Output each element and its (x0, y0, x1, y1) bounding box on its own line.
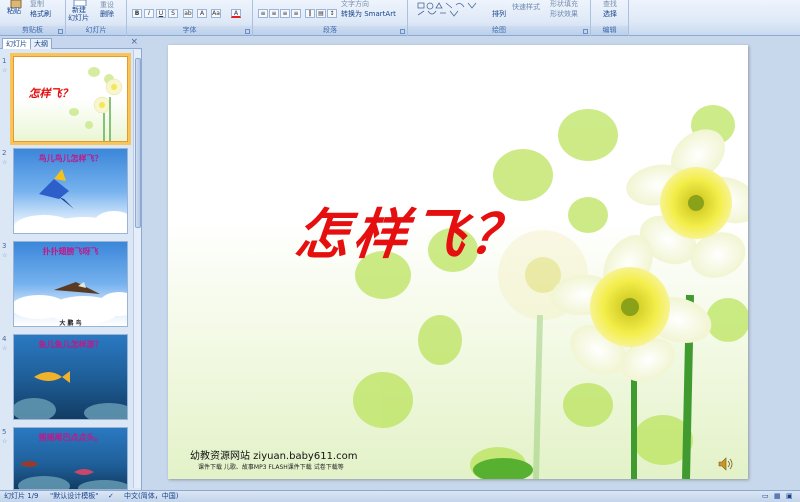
reset-button[interactable]: 重设 (100, 1, 114, 9)
drawing-group-label: 绘图 (408, 26, 590, 35)
slides-group-label: 幻灯片 (66, 26, 126, 35)
slide-thumbnail-5[interactable]: 摇摇尾巴点点头。 (13, 427, 128, 490)
slide-number: 1 (2, 57, 7, 65)
slide-number: 5 (2, 428, 7, 436)
align-center-icon[interactable]: ≡ (269, 9, 279, 18)
delete-button[interactable]: 删除 (100, 10, 114, 18)
slide-thumbnail-1[interactable]: 怎样飞？ (10, 53, 131, 145)
spacing-button[interactable]: A (197, 9, 207, 18)
quick-styles-button[interactable]: 快速样式 (512, 3, 540, 11)
shape-effects-button[interactable]: 形状效果 (550, 10, 578, 18)
clipboard-group: 粘贴 复制 格式刷 剪贴板 (0, 0, 66, 36)
spellcheck-icon[interactable]: ✓ (108, 492, 114, 501)
underline-button[interactable]: U (156, 9, 166, 18)
slide-sorter-icon[interactable]: ▦ (774, 492, 781, 501)
slides-pane: 幻灯片 大纲 × 1 ☆ 怎样飞？ 2 ☆ 鸟儿鸟儿怎样飞？ 3 ☆ 扑扑翅膀飞… (0, 37, 142, 490)
smartart-button[interactable]: 转换为 SmartArt (341, 10, 396, 18)
distribute-icon[interactable]: ▤ (316, 9, 326, 18)
new-slide-label[interactable]: 新建 (72, 6, 86, 14)
shadow-button[interactable]: S (168, 9, 178, 18)
arrange-button[interactable]: 排列 (492, 10, 506, 18)
website-footer: 幼教资源网站 ziyuan.baby611.com (190, 451, 358, 462)
theme-name: "默认设计模板" (50, 492, 99, 500)
tab-outline[interactable]: 大纲 (30, 38, 52, 49)
drawing-launcher-icon[interactable] (583, 29, 588, 34)
slide-number: 3 (2, 242, 7, 250)
paragraph-launcher-icon[interactable] (400, 29, 405, 34)
align-right-icon[interactable]: ≡ (280, 9, 290, 18)
animation-icon: ☆ (2, 345, 8, 352)
pane-tabs: 幻灯片 大纲 × (0, 37, 142, 49)
columns-icon[interactable]: ‖ (305, 9, 315, 18)
slide-title[interactable]: 怎样飞？ (292, 190, 532, 269)
editing-group-label: 编辑 (591, 26, 628, 35)
speaker-icon[interactable] (718, 457, 734, 471)
slide-thumbnail-caption: 大 鹏 鸟 (59, 320, 82, 327)
paragraph-group-label: 段落 (253, 26, 407, 35)
font-launcher-icon[interactable] (245, 29, 250, 34)
slide-number: 2 (2, 149, 7, 157)
slide-canvas[interactable]: 怎样飞？ 幼教资源网站 ziyuan.baby611.com 课件下载 儿歌、故… (168, 45, 748, 479)
website-footer-sub: 课件下载 儿歌、故事MP3 FLASH课件下载 试卷下载等 (198, 464, 344, 471)
format-painter-button[interactable]: 格式刷 (30, 10, 51, 18)
new-slide-label-2[interactable]: 幻灯片 (68, 14, 89, 22)
slideshow-icon[interactable]: ▣ (786, 492, 793, 501)
slide-thumbnail-title: 扑扑翅膀飞呀飞 (42, 246, 99, 256)
line-spacing-icon[interactable]: ↕ (327, 9, 337, 18)
shapes-gallery-icon[interactable] (416, 1, 484, 19)
slide-thumbnail-2[interactable]: 鸟儿鸟儿怎样飞？ (13, 148, 128, 234)
animation-icon: ☆ (2, 252, 8, 259)
font-group-label: 字体 (127, 26, 252, 35)
thumbnail-scrollbar[interactable] (133, 50, 141, 488)
font-color-button[interactable]: A (231, 9, 241, 18)
slide-position: 幻灯片 1/9 (4, 492, 39, 500)
animation-icon: ☆ (2, 67, 8, 74)
slide-thumbnail-title: 怎样飞？ (28, 87, 73, 100)
italic-button[interactable]: I (144, 9, 154, 18)
align-left-icon[interactable]: ≡ (258, 9, 268, 18)
font-group: B I U S ab A Aa A 字体 (127, 0, 253, 36)
shape-fill-button[interactable]: 形状填充 (550, 0, 578, 8)
slide-thumbnail-title: 摇摇尾巴点点头。 (38, 432, 103, 442)
bold-button[interactable]: B (132, 9, 142, 18)
slide-thumbnail-title: 鱼儿鱼儿怎样游？ (38, 339, 103, 349)
animation-icon: ☆ (2, 159, 8, 166)
animation-icon: ☆ (2, 438, 8, 445)
slide-thumbnail-title: 鸟儿鸟儿怎样飞？ (38, 153, 103, 163)
normal-view-icon[interactable]: ▭ (762, 492, 769, 501)
close-icon[interactable]: × (130, 37, 138, 48)
slide-editor: 怎样飞？ 幼教资源网站 ziyuan.baby611.com 课件下载 儿歌、故… (143, 37, 800, 490)
slide-thumbnail-3[interactable]: 扑扑翅膀飞呀飞 大 鹏 鸟 (13, 241, 128, 327)
clipboard-launcher-icon[interactable] (58, 29, 63, 34)
ribbon: 粘贴 复制 格式刷 剪贴板 新建 幻灯片 重设 删除 幻灯片 B I U S a… (0, 0, 800, 36)
clipboard-group-label: 剪贴板 (0, 26, 65, 35)
select-button[interactable]: 选择 (603, 10, 617, 18)
slide-thumbnail-4[interactable]: 鱼儿鱼儿怎样游？ (13, 334, 128, 420)
strikethrough-button[interactable]: ab (183, 9, 193, 18)
copy-button[interactable]: 复制 (30, 0, 44, 8)
slide-number: 4 (2, 335, 7, 343)
language-indicator[interactable]: 中文(简体，中国) (124, 492, 178, 501)
paste-button[interactable]: 粘贴 (7, 7, 21, 15)
text-direction-button[interactable]: 文字方向 (341, 0, 369, 8)
paragraph-group: ≡ ≡ ≡ ≡ ‖ ▤ ↕ 文字方向 转换为 SmartArt 段落 (253, 0, 408, 36)
tab-slides[interactable]: 幻灯片 (2, 38, 31, 49)
slides-group: 新建 幻灯片 重设 删除 幻灯片 (66, 0, 127, 36)
editing-group: 查找 选择 编辑 (591, 0, 629, 36)
scrollbar-thumb[interactable] (135, 58, 141, 228)
change-case-button[interactable]: Aa (211, 9, 221, 18)
drawing-group: 排列 快速样式 形状填充 形状效果 绘图 (408, 0, 591, 36)
status-bar: 幻灯片 1/9 "默认设计模板" ✓ 中文(简体，中国) ▭ ▦ ▣ (0, 490, 800, 502)
find-button[interactable]: 查找 (603, 0, 617, 8)
justify-icon[interactable]: ≡ (291, 9, 301, 18)
